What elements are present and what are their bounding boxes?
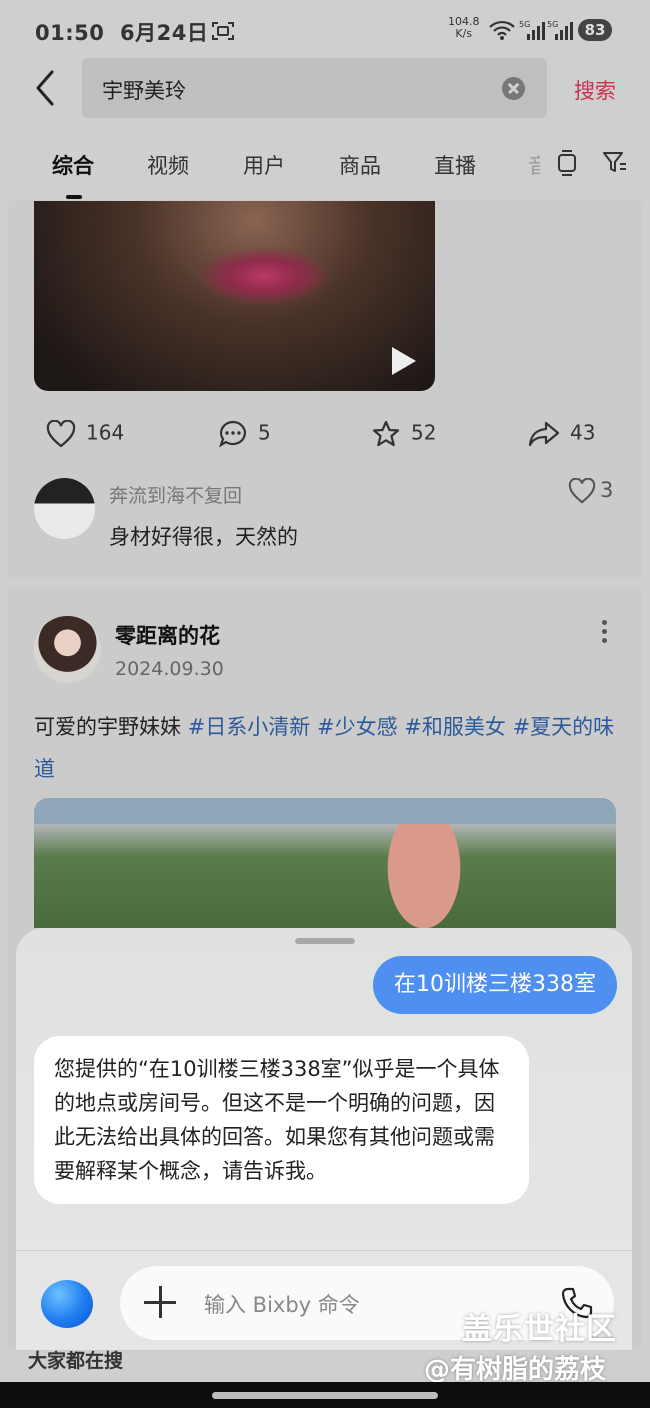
layout-switch-icon[interactable] [556, 150, 578, 176]
tab-video[interactable]: 视频 [147, 150, 189, 180]
signal-5g-icon-1: 5G [519, 20, 545, 40]
tab-live[interactable]: 直播 [434, 150, 476, 180]
battery-indicator: 83 [578, 19, 612, 41]
share-action[interactable]: 43 [528, 420, 595, 448]
share-icon [528, 421, 560, 447]
svg-text:5G: 5G [519, 20, 530, 29]
watermark-author: @有树脂的荔枝 [424, 1355, 607, 1385]
hashtag[interactable]: #和服美女 [404, 715, 506, 739]
post-date: 2024.09.30 [115, 658, 224, 680]
post-video-thumbnail[interactable] [34, 201, 435, 391]
status-time-date: 01:50 6月24日 [35, 21, 209, 45]
drag-handle[interactable] [295, 938, 355, 944]
trending-searches-heading: 大家都在搜 [28, 1350, 124, 1372]
play-icon[interactable] [392, 347, 416, 375]
heart-icon [568, 477, 596, 504]
hashtag[interactable]: #日系小清新 [188, 715, 311, 739]
comment-text: 身材好得很，天然的 [109, 525, 298, 549]
clear-icon[interactable] [502, 77, 525, 100]
star-icon [372, 420, 400, 447]
plus-icon[interactable] [144, 1286, 178, 1320]
network-speed: 104.8 K/s [448, 15, 480, 40]
user-message-bubble: 在10训楼三楼338室 [373, 956, 617, 1014]
search-input[interactable]: 宇野美玲 [82, 58, 547, 118]
input-placeholder: 输入 Bixby 命令 [204, 1293, 360, 1317]
screenshot-icon [212, 22, 234, 40]
svg-text:5G: 5G [547, 20, 558, 29]
bixby-reply-bubble: 您提供的“在10训楼三楼338室”似乎是一个具体的地点或房间号。但这不是一个明确… [34, 1036, 529, 1204]
post-image[interactable] [34, 798, 616, 928]
divider [16, 1250, 632, 1251]
author-name[interactable]: 零距离的花 [115, 620, 220, 650]
more-options-icon[interactable] [602, 620, 608, 647]
watermark-community: 盖乐世社区 [462, 1312, 617, 1347]
search-button[interactable]: 搜索 [574, 75, 616, 105]
tab-products[interactable]: 商品 [339, 150, 381, 180]
tab-indicator [66, 195, 82, 199]
search-query: 宇野美玲 [102, 79, 186, 103]
back-arrow-icon[interactable] [30, 68, 60, 108]
bixby-logo-icon[interactable] [41, 1280, 93, 1328]
tab-users[interactable]: 用户 [243, 150, 285, 180]
home-gesture-bar[interactable] [212, 1392, 438, 1399]
commenter-avatar[interactable] [34, 478, 95, 539]
favorite-action[interactable]: 52 [371, 420, 436, 448]
comment-action[interactable]: 5 [218, 420, 271, 448]
bixby-panel: 在10训楼三楼338室 您提供的“在10训楼三楼338室”似乎是一个具体的地点或… [16, 928, 632, 1350]
wifi-icon [489, 20, 515, 40]
comment-icon [219, 420, 246, 448]
signal-5g-icon-2: 5G [547, 20, 573, 40]
hashtag[interactable]: #少女感 [317, 715, 398, 739]
commenter-name[interactable]: 奔流到海不复回 [109, 481, 242, 508]
post-caption: 可爱的宇野妹妹 #日系小清新 #少女感 #和服美女 #夏天的味道 [34, 715, 615, 781]
like-action[interactable]: 164 [46, 419, 124, 448]
tab-more-cutoff[interactable]: 音 [528, 150, 540, 176]
status-bar: 01:50 6月24日 104.8 K/s 5G 5G 83 [0, 0, 650, 62]
navigation-bar [0, 1382, 650, 1408]
filter-icon[interactable] [602, 150, 628, 176]
tab-comprehensive[interactable]: 综合 [52, 150, 94, 180]
comment-like[interactable]: 3 [568, 477, 613, 504]
heart-icon [46, 419, 76, 448]
author-avatar[interactable] [34, 616, 101, 683]
